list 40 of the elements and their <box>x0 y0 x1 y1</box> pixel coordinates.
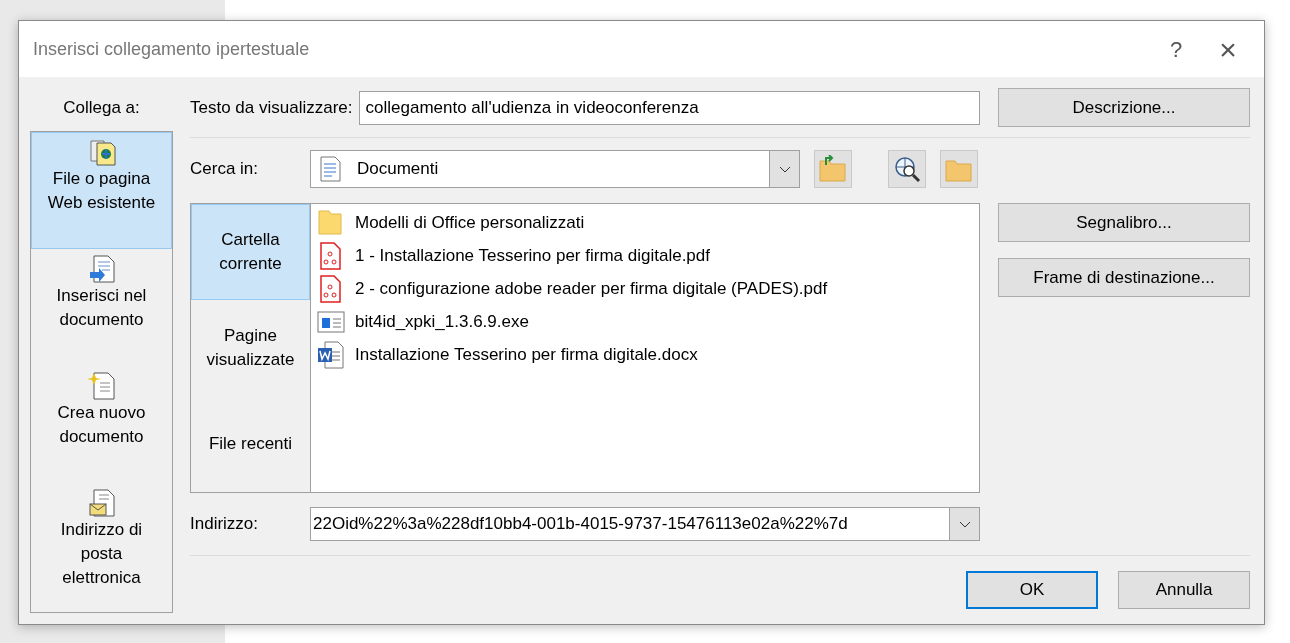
bookmark-button[interactable]: Segnalibro... <box>998 203 1250 242</box>
target-frame-button[interactable]: Frame di destinazione... <box>998 258 1250 297</box>
dropdown-value: Documenti <box>357 158 439 181</box>
ok-button[interactable]: OK <box>966 571 1098 609</box>
link-type-item[interactable]: Crea nuovo documento <box>31 365 172 483</box>
folder-arrow-icon <box>818 155 848 183</box>
file-item[interactable]: Modelli di Office personalizzati <box>355 209 585 236</box>
link-type-item[interactable]: Indirizzo di posta elettronica <box>31 482 172 600</box>
file-item[interactable]: bit4id_xpki_1.3.6.9.exe <box>355 308 529 335</box>
document-icon <box>319 156 341 182</box>
link-type-item[interactable]: File o pagina Web esistente <box>31 131 172 249</box>
field-label: Indirizzo: <box>190 513 260 536</box>
browse-web-button[interactable] <box>888 150 926 188</box>
browse-tab[interactable]: Cartella corrente <box>191 204 310 300</box>
up-folder-button[interactable] <box>814 150 852 188</box>
address-field[interactable]: 22Oid%22%3a%228df10bb4-001b-4015-9737-15476113e02a%22%7d <box>310 507 980 541</box>
chevron-down-icon <box>958 520 971 528</box>
word-document-icon <box>317 339 345 370</box>
cancel-button[interactable]: Annulla <box>1118 571 1250 609</box>
help-button[interactable]: ? <box>1150 31 1202 67</box>
window-title: Inserisci collegamento ipertestuale <box>33 37 311 61</box>
folder-dropdown[interactable]: Documenti <box>310 150 800 188</box>
file-item[interactable]: 2 - configurazione adobe reader per firma digitale (PADES).pdf <box>355 275 828 302</box>
file-item[interactable]: 1 - Installazione Tesserino per firma digitale.pdf <box>355 242 710 269</box>
document-arrow-icon <box>87 253 116 284</box>
chevron-down-icon <box>778 165 791 173</box>
folder-icon <box>317 207 345 238</box>
browse-tab[interactable]: File recenti <box>191 396 310 492</box>
link-type-item[interactable]: Inserisci nel documento <box>31 248 172 366</box>
field-label: Cerca in: <box>190 158 260 181</box>
field-label: Testo da visualizzare: <box>190 96 353 119</box>
description-button[interactable]: Descrizione... <box>998 88 1250 127</box>
new-document-icon <box>87 370 116 401</box>
text-input-field[interactable]: collegamento all'udienza in videoconferenza <box>358 90 980 125</box>
globe-search-icon <box>892 155 922 183</box>
browse-tab[interactable]: Pagine visualizzate <box>191 300 310 396</box>
sidebar-heading: Collega a: <box>63 97 140 119</box>
close-button[interactable]: × <box>1202 25 1254 73</box>
document-envelope-icon <box>87 487 116 518</box>
file-item[interactable]: Installazione Tesserino per firma digitale.docx <box>355 341 698 368</box>
